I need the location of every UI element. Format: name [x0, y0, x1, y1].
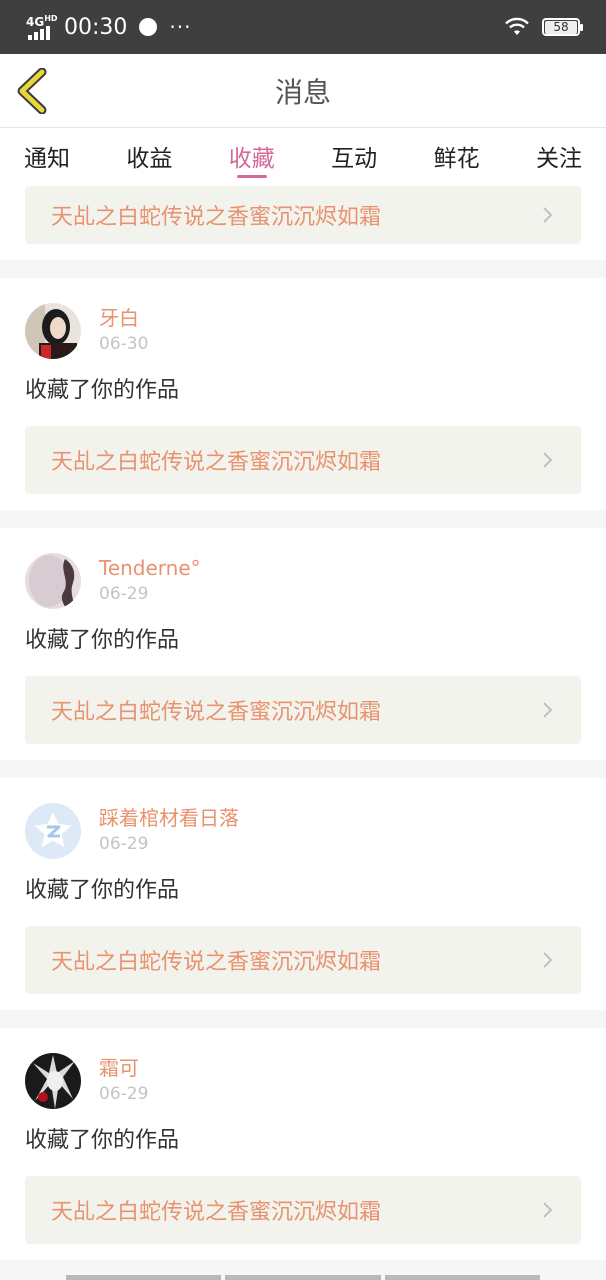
back-arrow-icon[interactable] — [14, 68, 54, 114]
page-title: 消息 — [274, 75, 331, 109]
work-title: 天乩之白蛇传说之香蜜沉沉烬如霜 — [51, 700, 382, 725]
more-notifications-icon: ··· — [169, 15, 192, 39]
chevron-right-icon — [543, 702, 553, 718]
list-item: 天乩之白蛇传说之香蜜沉沉烬如霜 — [0, 184, 606, 260]
action-text: 收藏了你的作品 — [25, 1128, 180, 1153]
bottom-scroll-hint — [66, 1275, 540, 1280]
action-text: 收藏了你的作品 — [25, 878, 180, 903]
list-item: Tenderne° 06-29 收藏了你的作品 天乩之白蛇传说之香蜜沉沉烬如霜 — [0, 528, 606, 760]
list-item: 踩着棺材看日落 06-29 收藏了你的作品 天乩之白蛇传说之香蜜沉沉烬如霜 — [0, 778, 606, 1010]
username[interactable]: 牙白 — [99, 305, 148, 331]
username[interactable]: Tenderne° — [99, 555, 201, 581]
avatar[interactable] — [25, 803, 81, 859]
username[interactable]: 霜可 — [99, 1055, 148, 1081]
work-link[interactable]: 天乩之白蛇传说之香蜜沉沉烬如霜 — [25, 426, 581, 494]
chevron-right-icon — [543, 952, 553, 968]
nav-bar: 消息 — [0, 54, 606, 128]
tab-interactions[interactable]: 互动 — [331, 128, 377, 184]
list-item: 霜可 06-29 收藏了你的作品 天乩之白蛇传说之香蜜沉沉烬如霜 — [0, 1028, 606, 1260]
date: 06-29 — [99, 584, 149, 604]
tab-flowers[interactable]: 鲜花 — [434, 128, 480, 184]
date: 06-30 — [99, 334, 149, 354]
work-title: 天乩之白蛇传说之香蜜沉沉烬如霜 — [51, 950, 382, 975]
chevron-right-icon — [543, 207, 553, 223]
action-text: 收藏了你的作品 — [25, 378, 180, 403]
avatar[interactable] — [25, 303, 81, 359]
status-bar: 4GHD 00:30 ··· 58 — [0, 0, 606, 54]
username[interactable]: 踩着棺材看日落 — [99, 805, 239, 831]
date: 06-29 — [99, 1084, 149, 1104]
status-time: 00:30 — [64, 14, 128, 40]
tab-follows[interactable]: 关注 — [536, 128, 582, 184]
tab-favorites[interactable]: 收藏 — [229, 128, 275, 184]
wifi-icon — [505, 17, 529, 35]
action-text: 收藏了你的作品 — [25, 628, 180, 653]
work-link[interactable]: 天乩之白蛇传说之香蜜沉沉烬如霜 — [25, 1176, 581, 1244]
tab-bar: 通知 收益 收藏 互动 鲜花 关注 — [0, 128, 606, 184]
avatar[interactable] — [25, 553, 81, 609]
work-title: 天乩之白蛇传说之香蜜沉沉烬如霜 — [51, 450, 382, 475]
work-link[interactable]: 天乩之白蛇传说之香蜜沉沉烬如霜 — [25, 676, 581, 744]
chevron-right-icon — [543, 452, 553, 468]
work-title: 天乩之白蛇传说之香蜜沉沉烬如霜 — [51, 205, 382, 230]
notification-app-icon — [139, 18, 158, 36]
list-item: 牙白 06-30 收藏了你的作品 天乩之白蛇传说之香蜜沉沉烬如霜 — [0, 278, 606, 510]
work-link[interactable]: 天乩之白蛇传说之香蜜沉沉烬如霜 — [25, 186, 581, 244]
tab-notifications[interactable]: 通知 — [24, 128, 70, 184]
work-link[interactable]: 天乩之白蛇传说之香蜜沉沉烬如霜 — [25, 926, 581, 994]
avatar[interactable] — [25, 1053, 81, 1109]
signal-icon: 4GHD — [26, 14, 58, 40]
date: 06-29 — [99, 834, 149, 854]
battery-icon: 58 — [542, 18, 583, 36]
tab-earnings[interactable]: 收益 — [126, 128, 172, 184]
work-title: 天乩之白蛇传说之香蜜沉沉烬如霜 — [51, 1200, 382, 1225]
chevron-right-icon — [543, 1202, 553, 1218]
message-feed: 天乩之白蛇传说之香蜜沉沉烬如霜 牙白 06-30 收藏了你的作品 天乩之白蛇传说… — [0, 184, 606, 1260]
